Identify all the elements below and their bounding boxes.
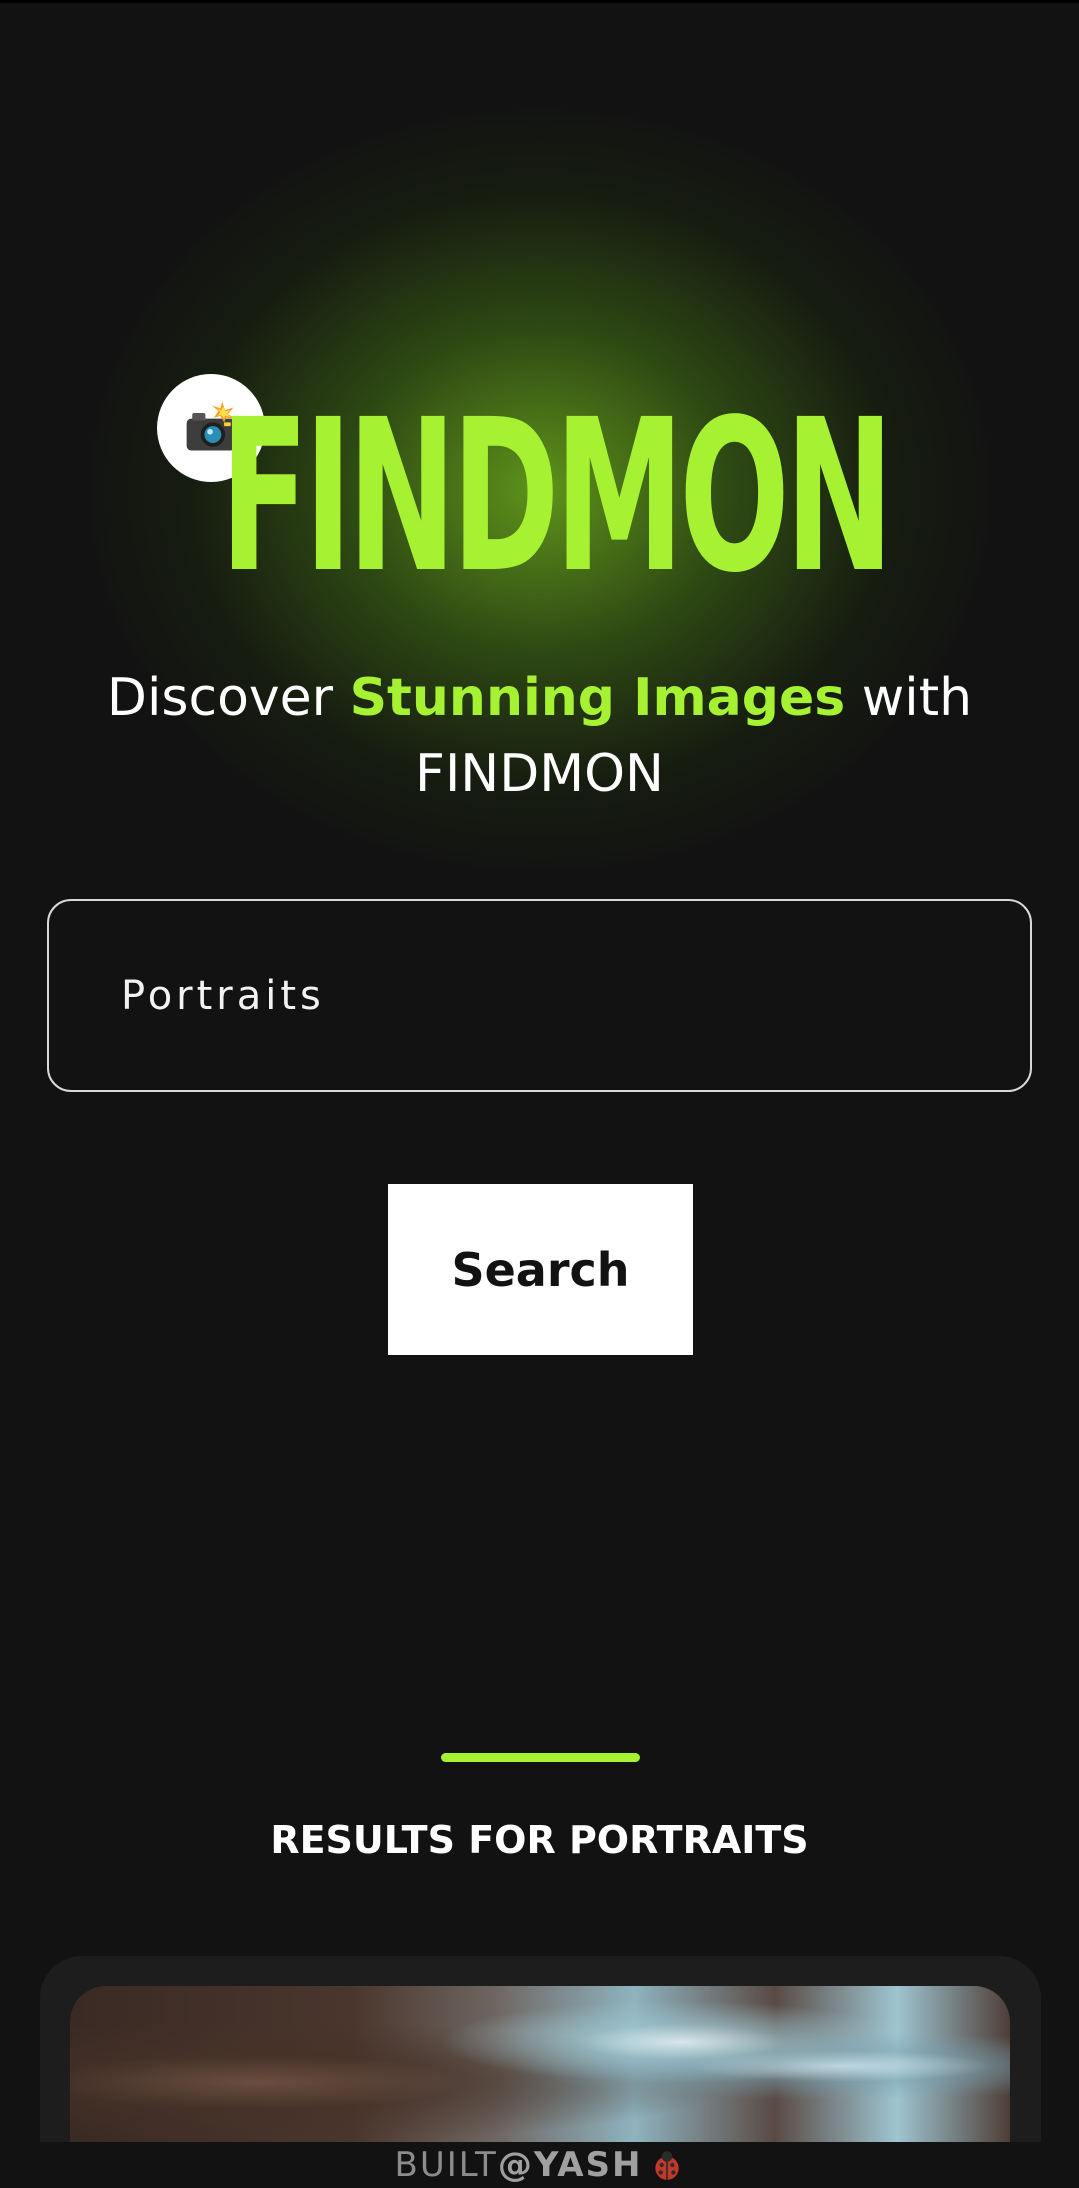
tagline-highlight: Stunning Images bbox=[349, 668, 846, 728]
search-input[interactable] bbox=[119, 971, 983, 1020]
tagline: Discover Stunning Images with FINDMON bbox=[60, 660, 1019, 812]
search-box[interactable] bbox=[47, 899, 1032, 1092]
brand-title: FINDMON bbox=[220, 374, 894, 619]
footer-author: @YASH bbox=[497, 2145, 643, 2185]
result-image[interactable] bbox=[70, 1986, 1010, 2146]
search-button[interactable]: Search bbox=[388, 1184, 693, 1355]
tagline-prefix: Discover bbox=[106, 668, 350, 728]
results-title: RESULTS FOR PORTRAITS bbox=[270, 1818, 809, 1862]
footer-built: BUILT bbox=[394, 2145, 498, 2185]
ladybug-icon bbox=[650, 2148, 684, 2182]
top-border bbox=[0, 0, 1079, 3]
results-divider bbox=[441, 1753, 640, 1762]
footer: BUILT @YASH bbox=[0, 2142, 1079, 2188]
